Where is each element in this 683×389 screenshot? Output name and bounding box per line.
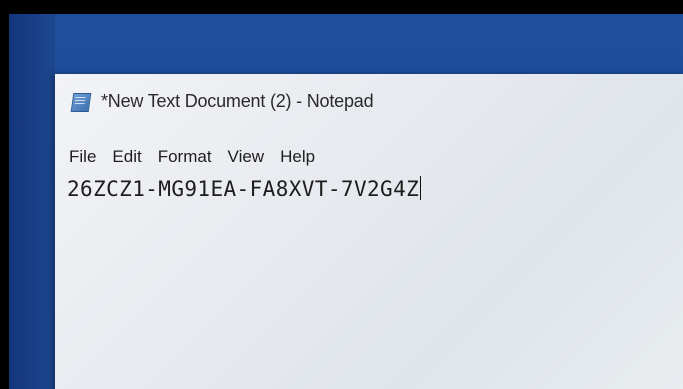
notepad-icon bbox=[69, 91, 92, 112]
menu-help[interactable]: Help bbox=[280, 147, 325, 167]
menu-edit[interactable]: Edit bbox=[112, 147, 151, 167]
text-editor-area[interactable]: 26ZCZ1-MG91EA-FA8XVT-7V2G4Z bbox=[67, 176, 667, 376]
text-caret bbox=[420, 176, 422, 200]
editor-text: 26ZCZ1-MG91EA-FA8XVT-7V2G4Z bbox=[67, 177, 420, 201]
menu-format[interactable]: Format bbox=[158, 147, 222, 167]
menu-file[interactable]: File bbox=[69, 147, 106, 167]
notepad-window: *New Text Document (2) - Notepad File Ed… bbox=[55, 74, 683, 389]
title-bar: *New Text Document (2) - Notepad bbox=[69, 88, 374, 114]
menu-bar: File Edit Format View Help bbox=[69, 147, 331, 167]
menu-view[interactable]: View bbox=[228, 147, 275, 167]
desktop-screen: *New Text Document (2) - Notepad File Ed… bbox=[9, 14, 683, 389]
desktop-background bbox=[9, 14, 55, 389]
window-title: *New Text Document (2) - Notepad bbox=[101, 90, 374, 111]
